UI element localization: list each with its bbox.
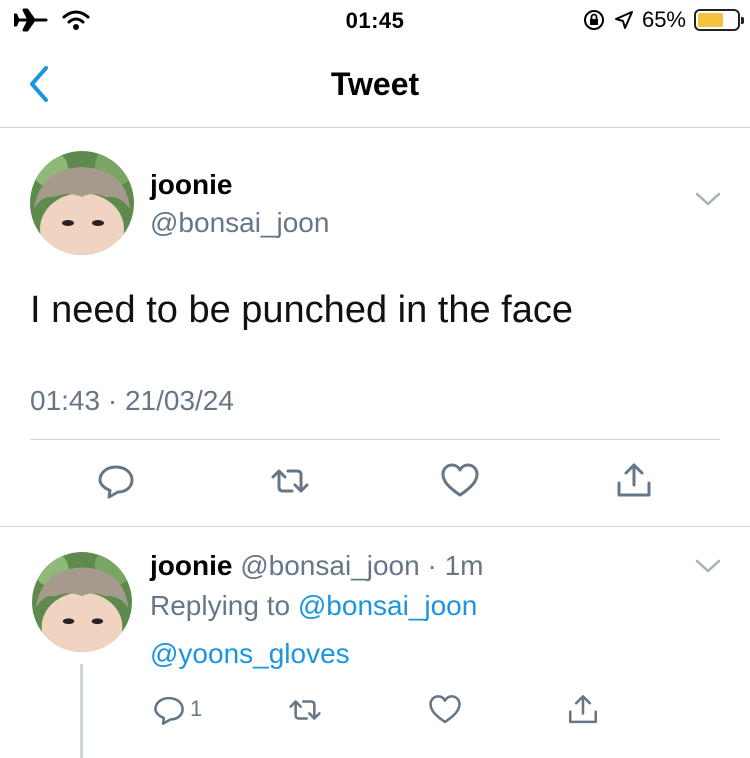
avatar-image	[30, 151, 134, 255]
share-icon[interactable]	[614, 461, 654, 501]
status-bar: 01:45 65%	[0, 0, 750, 40]
tweet-actions	[0, 461, 750, 501]
replying-to-link[interactable]: @bonsai_joon	[298, 590, 477, 621]
reply-time: · 1m	[427, 550, 484, 581]
page-title: Tweet	[330, 66, 420, 102]
nav-bar: Tweet	[0, 44, 750, 128]
reply-icon[interactable]	[96, 461, 136, 501]
user-handle[interactable]: @bonsai_joon	[240, 550, 419, 581]
battery-percent: 65%	[641, 7, 686, 32]
like-icon[interactable]	[440, 461, 480, 501]
share-icon[interactable]	[566, 693, 600, 727]
display-name[interactable]: joonie	[150, 169, 232, 201]
tweet-text: I need to be punched in the face	[30, 289, 573, 331]
tweet-timestamp: 01:43 · 21/03/24	[30, 385, 234, 416]
reply-count: 1	[190, 696, 203, 721]
like-icon[interactable]	[428, 693, 462, 727]
battery-fill	[698, 13, 723, 27]
location-icon	[614, 11, 633, 29]
status-right: 65%	[582, 7, 744, 33]
chevron-down-icon[interactable]	[694, 189, 722, 209]
replying-prefix: Replying to	[150, 590, 298, 621]
reply-text[interactable]: @yoons_gloves	[150, 638, 350, 670]
battery-icon	[694, 9, 744, 31]
user-handle[interactable]: @bonsai_joon	[150, 207, 329, 239]
replying-to: Replying to @bonsai_joon	[150, 590, 477, 622]
avatar[interactable]	[32, 552, 132, 652]
reply-tweet[interactable]: joonie @bonsai_joon · 1m Replying to @bo…	[0, 528, 750, 758]
display-name[interactable]: joonie	[150, 550, 232, 581]
avatar[interactable]	[30, 151, 134, 255]
divider	[30, 439, 720, 440]
reply-header: joonie @bonsai_joon · 1m	[150, 550, 483, 582]
main-tweet: joonie @bonsai_joon I need to be punched…	[0, 129, 750, 527]
retweet-icon[interactable]	[270, 461, 310, 501]
reply-actions: 1	[0, 690, 750, 730]
reply-icon[interactable]	[152, 693, 186, 727]
chevron-down-icon[interactable]	[694, 556, 722, 576]
retweet-icon[interactable]	[288, 693, 322, 727]
orientation-lock-icon	[583, 10, 604, 30]
avatar-image	[32, 552, 132, 652]
